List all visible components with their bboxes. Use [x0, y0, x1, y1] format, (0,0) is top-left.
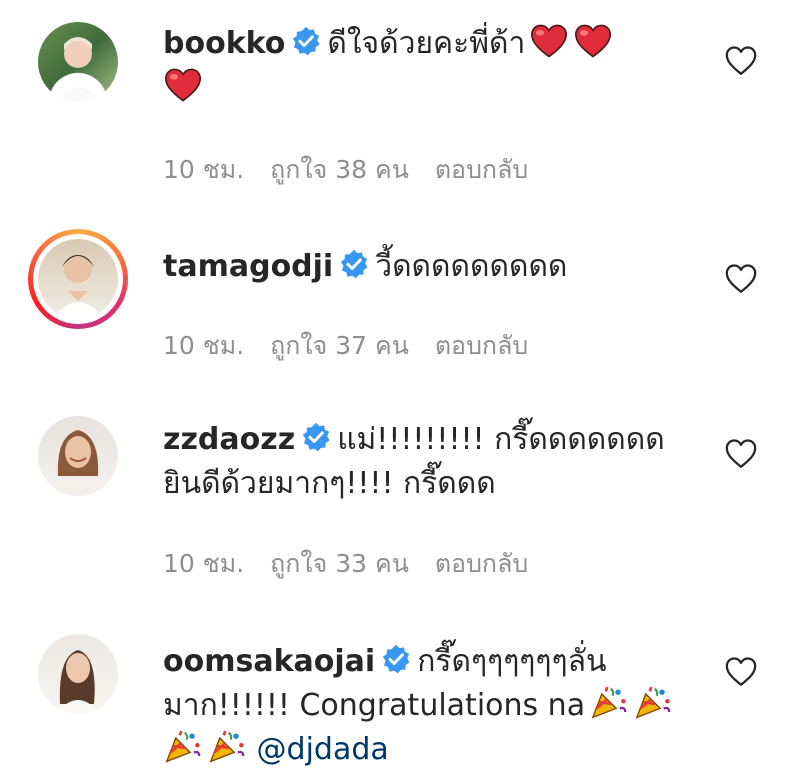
heart-outline-icon[interactable]	[724, 44, 758, 78]
username[interactable]: zzdaozz	[163, 422, 295, 457]
like-count[interactable]: ถูกใจ 33 คน	[270, 549, 409, 578]
verified-badge-icon	[291, 26, 321, 56]
comment-body: tamagodji วี้ดดดดดดดดด	[163, 245, 703, 289]
red-heart-emoji	[529, 23, 569, 59]
reply-button[interactable]: ตอบกลับ	[435, 155, 528, 184]
party-popper-emoji	[163, 729, 203, 765]
party-popper-emoji	[589, 685, 629, 721]
verified-badge-icon	[301, 422, 331, 452]
avatar[interactable]	[38, 634, 118, 714]
party-popper-emoji	[633, 685, 673, 721]
comment-body: zzdaozz แม่!!!!!!!!! กรี๊ดดดดดดด ยินดีด้ว…	[163, 418, 703, 506]
heart-outline-icon[interactable]	[724, 437, 758, 471]
comment-meta: 10 ชม. ถูกใจ 38 คน ตอบกลับ	[163, 150, 554, 190]
comment-time[interactable]: 10 ชม.	[163, 549, 244, 578]
story-ring[interactable]	[28, 229, 128, 329]
avatar[interactable]	[38, 416, 118, 496]
comment-time[interactable]: 10 ชม.	[163, 331, 244, 360]
username[interactable]: tamagodji	[163, 249, 333, 284]
red-heart-emoji	[163, 67, 203, 103]
party-popper-emoji	[207, 729, 247, 765]
reply-button[interactable]: ตอบกลับ	[435, 331, 528, 360]
heart-outline-icon[interactable]	[724, 655, 758, 689]
red-heart-emoji	[573, 23, 613, 59]
mention-link[interactable]: @djdada	[257, 732, 389, 767]
avatar[interactable]	[38, 22, 118, 102]
heart-outline-icon[interactable]	[724, 262, 758, 296]
comment-text: วี้ดดดดดดดดด	[375, 249, 568, 284]
comment-text: ดีใจด้วยคะพี่ด้า	[327, 26, 526, 61]
like-count[interactable]: ถูกใจ 38 คน	[270, 155, 409, 184]
like-count[interactable]: ถูกใจ 37 คน	[270, 331, 409, 360]
verified-badge-icon	[381, 644, 411, 674]
comment-meta: 10 ชม. ถูกใจ 33 คน ตอบกลับ	[163, 544, 554, 584]
username[interactable]: oomsakaojai	[163, 644, 375, 679]
reply-button[interactable]: ตอบกลับ	[435, 549, 528, 578]
comment-time[interactable]: 10 ชม.	[163, 155, 244, 184]
avatar[interactable]	[38, 239, 118, 319]
verified-badge-icon	[339, 249, 369, 279]
comment-meta: 10 ชม. ถูกใจ 37 คน ตอบกลับ	[163, 326, 554, 366]
username[interactable]: bookko	[163, 26, 285, 61]
comment-body: oomsakaojai กรี๊ดๆๆๆๆๆๆลั่น มาก!!!!!! Con…	[163, 640, 703, 772]
comment-body: bookko ดีใจด้วยคะพี่ด้า	[163, 22, 703, 110]
